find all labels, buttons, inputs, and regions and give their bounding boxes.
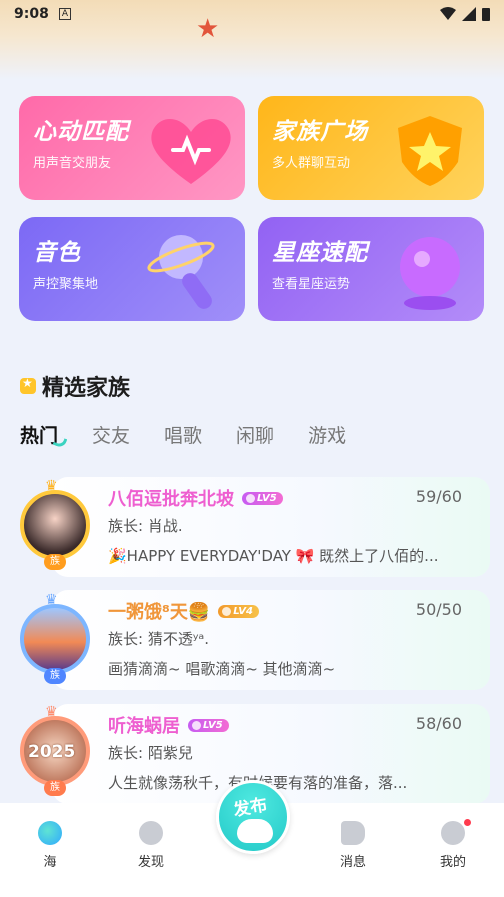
family-description: 🎉HAPPY EVERYDAY'DAY 🎀 既然上了八佰的... xyxy=(108,547,439,565)
nav-item-discover[interactable]: 发现 xyxy=(121,817,181,870)
family-name: 一粥饿⁸天🍔 LV4 xyxy=(108,598,259,624)
sea-icon xyxy=(38,821,62,845)
family-list-item[interactable]: 八佰逗批奔北坡 LV5 59/60 族长: 肖战. 🎉HAPPY EVERYDA… xyxy=(52,477,490,577)
microphone-icon xyxy=(147,235,215,309)
section-title-text: 精选家族 xyxy=(42,376,131,401)
wifi-icon xyxy=(440,7,456,20)
section-title: 精选家族 xyxy=(20,370,130,402)
family-avatar[interactable]: ♛ 族 xyxy=(14,592,96,692)
card-heart-match[interactable]: 心动匹配 用声音交朋友 xyxy=(19,96,245,200)
family-badge: 族 xyxy=(44,554,66,570)
family-tabs: 热门 交友 唱歌 闲聊 游戏 xyxy=(20,421,380,449)
level-badge: LV4 xyxy=(218,604,259,618)
crystal-ball-icon xyxy=(400,237,460,310)
megaphone-icon xyxy=(341,821,365,845)
card-voice-tone[interactable]: 音色 声控聚集地 xyxy=(19,217,245,321)
avatar-image xyxy=(20,490,90,560)
family-leader: 族长: 猜不透ʸᵃ. xyxy=(108,630,210,648)
status-icons xyxy=(440,7,490,21)
tab-games[interactable]: 游戏 xyxy=(308,421,346,448)
star-badge-icon xyxy=(20,376,36,394)
status-time: 9:08 xyxy=(14,6,49,22)
nav-item-profile[interactable]: 我的 xyxy=(423,817,483,870)
profile-icon xyxy=(441,821,465,845)
card-zodiac-match[interactable]: 星座速配 查看星座运势 xyxy=(258,217,484,321)
tab-chat[interactable]: 闲聊 xyxy=(236,421,274,448)
nav-item-messages[interactable]: 消息 xyxy=(323,817,383,870)
avatar-year: 2025 xyxy=(28,742,76,762)
family-name-text: 八佰逗批奔北坡 xyxy=(108,489,234,510)
level-text: LV4 xyxy=(233,605,253,617)
tab-hot[interactable]: 热门 xyxy=(20,421,68,449)
home-indicator xyxy=(0,891,504,897)
mascot-icon xyxy=(237,819,273,843)
nav-label: 发现 xyxy=(137,855,164,870)
signal-icon xyxy=(462,7,476,21)
member-count: 58/60 xyxy=(415,714,462,733)
family-leader: 族长: 陌紫兒 xyxy=(108,744,193,762)
family-name: 八佰逗批奔北坡 LV5 xyxy=(108,485,283,511)
tab-friends[interactable]: 交友 xyxy=(92,421,130,448)
nav-label: 海 xyxy=(43,855,57,870)
card-family-square[interactable]: 家族广场 多人群聊互动 xyxy=(258,96,484,200)
avatar-image xyxy=(20,604,90,674)
heart-icon xyxy=(151,118,231,184)
family-description: 画猜滴滴~ 唱歌滴滴~ 其他滴滴~ xyxy=(108,660,336,678)
family-badge: 族 xyxy=(44,668,66,684)
notification-icon: A xyxy=(58,8,71,20)
compass-icon xyxy=(139,821,163,845)
tab-singing[interactable]: 唱歌 xyxy=(164,421,202,448)
status-bar: 9:08 A xyxy=(0,0,504,28)
level-icon xyxy=(246,493,255,503)
family-badge: 族 xyxy=(44,780,66,796)
member-count: 59/60 xyxy=(415,487,462,506)
nav-label: 消息 xyxy=(339,855,366,870)
level-badge: LV5 xyxy=(242,491,283,505)
family-name: 听海蜗居 LV5 xyxy=(108,712,229,738)
battery-icon xyxy=(482,8,490,21)
publish-button[interactable]: 发布 xyxy=(216,780,290,854)
family-leader: 族长: 肖战. xyxy=(108,517,183,535)
star-shield-icon xyxy=(398,116,462,186)
level-icon xyxy=(192,720,201,730)
family-avatar[interactable]: ♛ 2025 族 xyxy=(14,704,96,804)
level-text: LV5 xyxy=(203,719,223,731)
family-avatar[interactable]: ♛ 族 xyxy=(14,478,96,578)
notification-dot xyxy=(464,819,471,826)
family-description: 人生就像荡秋千，有时候要有落的准备，落... xyxy=(108,772,474,793)
member-count: 50/50 xyxy=(415,600,462,619)
level-badge: LV5 xyxy=(188,718,229,732)
nav-item-sea[interactable]: 海 xyxy=(20,817,80,870)
family-name-text: 一粥饿⁸天🍔 xyxy=(108,602,211,623)
nav-label: 我的 xyxy=(439,855,466,870)
level-text: LV5 xyxy=(257,492,277,504)
family-list-item[interactable]: 一粥饿⁸天🍔 LV4 50/50 族长: 猜不透ʸᵃ. 画猜滴滴~ 唱歌滴滴~ … xyxy=(52,590,490,690)
publish-label: 发布 xyxy=(231,795,269,821)
family-name-text: 听海蜗居 xyxy=(108,716,180,737)
level-icon xyxy=(222,606,232,616)
